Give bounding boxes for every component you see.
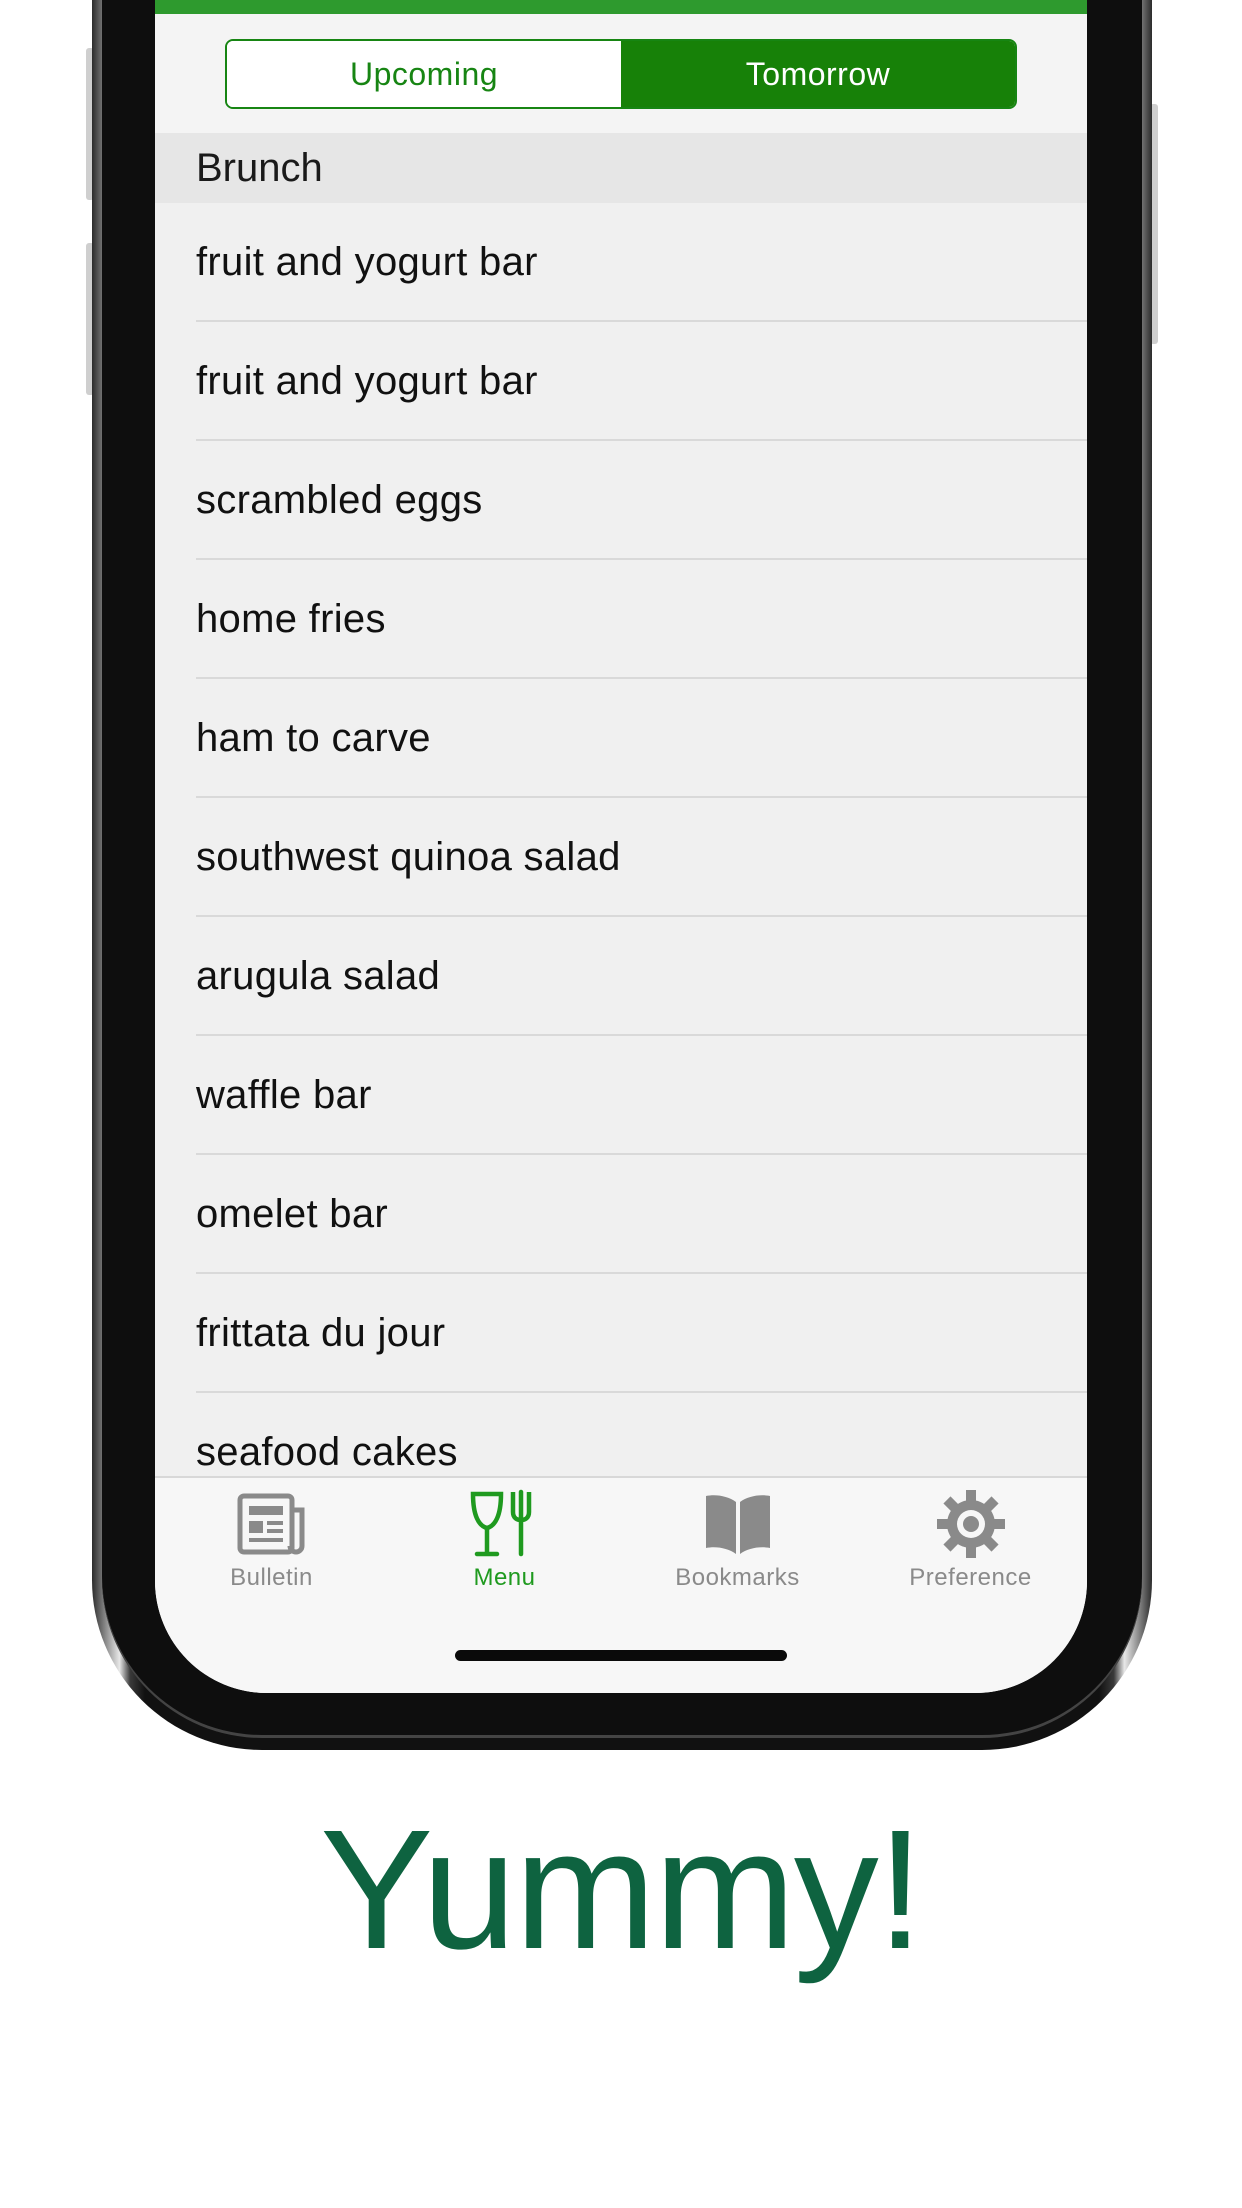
- list-item-label: scrambled eggs: [196, 478, 483, 522]
- list-item[interactable]: scrambled eggs: [155, 441, 1087, 560]
- tab-bookmarks[interactable]: Bookmarks: [621, 1488, 854, 1608]
- phone-screen: Upcoming Tomorrow Brunch fruit and yogur…: [155, 0, 1087, 1693]
- section-title: Brunch: [196, 145, 323, 190]
- segment-upcoming[interactable]: Upcoming: [227, 41, 621, 107]
- list-item-label: home fries: [196, 597, 386, 641]
- newspaper-icon: [237, 1493, 304, 1555]
- tab-bulletin[interactable]: Bulletin: [155, 1488, 388, 1608]
- gear-icon: [936, 1490, 1005, 1558]
- list-item-label: ham to carve: [196, 716, 431, 760]
- list-item[interactable]: southwest quinoa salad: [155, 798, 1087, 917]
- list-item[interactable]: ham to carve: [155, 679, 1087, 798]
- list-item[interactable]: frittata du jour: [155, 1274, 1087, 1393]
- list-item-label: waffle bar: [196, 1073, 372, 1117]
- list-item[interactable]: arugula salad: [155, 917, 1087, 1036]
- tab-menu[interactable]: Menu: [388, 1488, 621, 1608]
- home-indicator[interactable]: [455, 1650, 787, 1661]
- tab-label: Menu: [473, 1564, 536, 1591]
- section-header-brunch: Brunch: [155, 133, 1087, 203]
- list-item-label: fruit and yogurt bar: [196, 240, 538, 284]
- promo-caption: Yummy!: [319, 1795, 924, 1985]
- glass-fork-icon: [470, 1489, 531, 1557]
- navigation-bar-edge: [155, 0, 1087, 14]
- list-item-label: fruit and yogurt bar: [196, 359, 538, 403]
- tab-bar: Bulletin Menu Bookmarks Preference: [155, 1476, 1087, 1693]
- list-item-label: southwest quinoa salad: [196, 835, 621, 879]
- day-segmented-control: Upcoming Tomorrow: [225, 39, 1017, 109]
- list-item-label: frittata du jour: [196, 1311, 446, 1355]
- list-item[interactable]: home fries: [155, 560, 1087, 679]
- list-item[interactable]: waffle bar: [155, 1036, 1087, 1155]
- book-icon: [705, 1495, 770, 1554]
- tab-label: Preference: [909, 1564, 1032, 1591]
- list-item-label: arugula salad: [196, 954, 441, 998]
- tab-label: Bookmarks: [675, 1564, 800, 1591]
- tab-label: Bulletin: [230, 1564, 313, 1591]
- menu-list: fruit and yogurt bar fruit and yogurt ba…: [155, 203, 1087, 1512]
- list-item-label: omelet bar: [196, 1192, 388, 1236]
- list-item[interactable]: omelet bar: [155, 1155, 1087, 1274]
- list-item[interactable]: fruit and yogurt bar: [155, 203, 1087, 322]
- segment-tomorrow[interactable]: Tomorrow: [621, 41, 1015, 107]
- tab-preference[interactable]: Preference: [854, 1488, 1087, 1608]
- list-item[interactable]: fruit and yogurt bar: [155, 322, 1087, 441]
